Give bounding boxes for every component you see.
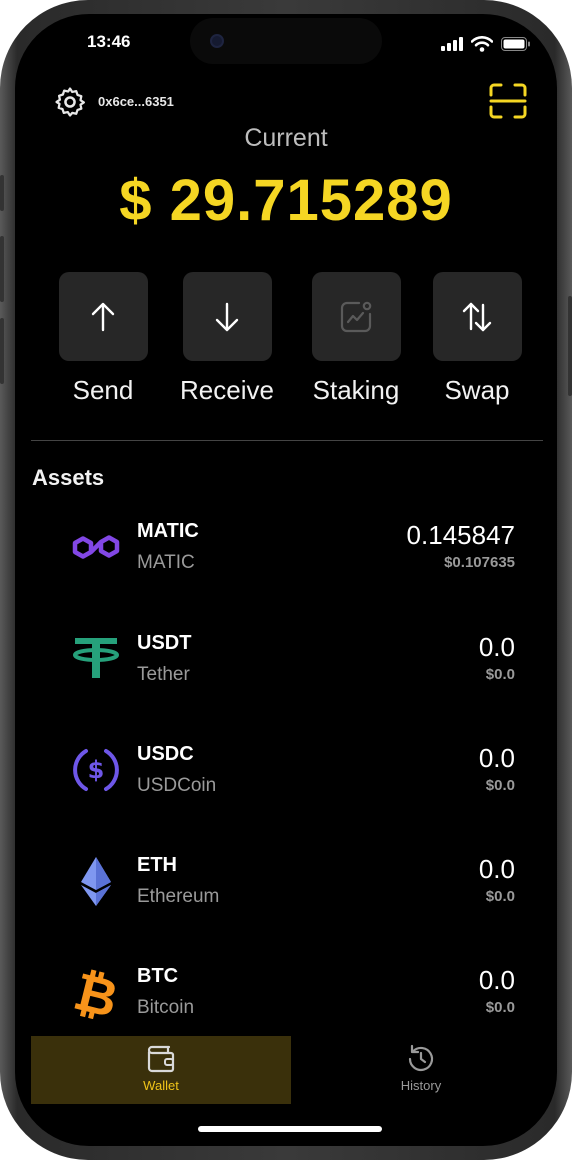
asset-amount: 0.145847: [406, 520, 515, 550]
status-time: 13:46: [87, 32, 131, 51]
volume-down-button: [0, 318, 4, 384]
receive-button[interactable]: [182, 272, 272, 361]
balance-value: $ 29.715289: [119, 168, 453, 233]
asset-symbol: MATIC: [137, 520, 199, 542]
arrow-down-icon: [215, 302, 239, 331]
app-screen: 13:46 0x6ce...6351 Current $ 29.715289 S…: [15, 14, 557, 1146]
swap-button[interactable]: [432, 272, 522, 361]
balance-label: Current: [244, 124, 328, 152]
arrow-up-icon: [91, 302, 115, 331]
bitcoin-icon: ₿: [69, 965, 123, 1019]
asset-name: Ethereum: [137, 886, 220, 907]
polygon-icon: [72, 535, 120, 559]
camera-icon: [210, 34, 224, 48]
asset-amount: 0.0: [478, 854, 515, 884]
tab-history-label: History: [400, 1078, 442, 1093]
tab-wallet[interactable]: Wallet: [31, 1036, 291, 1104]
tab-history[interactable]: History: [291, 1036, 551, 1104]
wallet-address[interactable]: 0x6ce...6351: [98, 94, 174, 109]
asset-amount: 0.0: [478, 632, 515, 662]
asset-usd-value: $0.0: [485, 888, 515, 905]
asset-row-usdt[interactable]: USDT Tether 0.0 $0.0: [15, 628, 557, 698]
ethereum-icon: [81, 857, 111, 906]
wifi-icon: [471, 36, 493, 52]
home-indicator[interactable]: [198, 1126, 382, 1132]
asset-symbol: USDT: [137, 632, 192, 654]
staking-action[interactable]: Staking: [296, 272, 416, 406]
swap-icon: [462, 302, 492, 331]
asset-symbol: USDC: [137, 743, 194, 765]
asset-symbol: BTC: [137, 965, 179, 987]
usdc-icon: $: [73, 749, 119, 791]
asset-usd-value: $0.0: [485, 999, 515, 1016]
send-label: Send: [72, 375, 134, 405]
phone-frame: 13:46 0x6ce...6351 Current $ 29.715289 S…: [0, 0, 572, 1160]
asset-name: Tether: [137, 664, 190, 685]
qr-scan-icon[interactable]: [488, 82, 528, 120]
history-icon: [408, 1044, 434, 1072]
send-button[interactable]: [58, 272, 148, 361]
asset-usd-value: $0.0: [485, 666, 515, 683]
tether-icon: [73, 638, 119, 678]
staking-label: Staking: [312, 375, 400, 405]
svg-text:₿: ₿: [69, 965, 123, 1019]
tab-wallet-label: Wallet: [143, 1078, 179, 1093]
asset-row-eth[interactable]: ETH Ethereum 0.0 $0.0: [15, 850, 557, 920]
status-icons: [441, 36, 531, 52]
receive-label: Receive: [180, 375, 274, 405]
swap-label: Swap: [444, 375, 510, 405]
asset-row-btc[interactable]: ₿ BTC Bitcoin 0.0 $0.0: [15, 961, 557, 1031]
receive-action[interactable]: Receive: [167, 272, 287, 406]
assets-heading: Assets: [32, 465, 105, 490]
gear-icon[interactable]: [53, 85, 87, 119]
asset-usd-value: $0.0: [485, 777, 515, 794]
staking-button[interactable]: [311, 272, 401, 361]
cellular-signal-icon: [441, 37, 463, 51]
action-button: [0, 175, 4, 211]
battery-icon: [501, 37, 530, 51]
asset-symbol: ETH: [137, 854, 177, 876]
asset-amount: 0.0: [478, 743, 515, 773]
chart-icon: [340, 301, 372, 332]
swap-action[interactable]: Swap: [417, 272, 537, 406]
dynamic-island: [190, 18, 382, 64]
asset-row-usdc[interactable]: $ USDC USDCoin 0.0 $0.0: [15, 739, 557, 809]
asset-amount: 0.0: [478, 965, 515, 995]
send-action[interactable]: Send: [43, 272, 163, 406]
divider: [31, 440, 543, 441]
wallet-icon: [147, 1045, 175, 1073]
asset-name: MATIC: [137, 552, 195, 573]
asset-name: USDCoin: [137, 775, 217, 796]
volume-up-button: [0, 236, 4, 302]
asset-row-matic[interactable]: MATIC MATIC 0.145847 $0.107635: [15, 516, 557, 586]
svg-text:$: $: [88, 756, 105, 784]
power-button: [568, 296, 572, 396]
asset-name: Bitcoin: [137, 997, 195, 1018]
asset-usd-value: $0.107635: [444, 554, 515, 571]
